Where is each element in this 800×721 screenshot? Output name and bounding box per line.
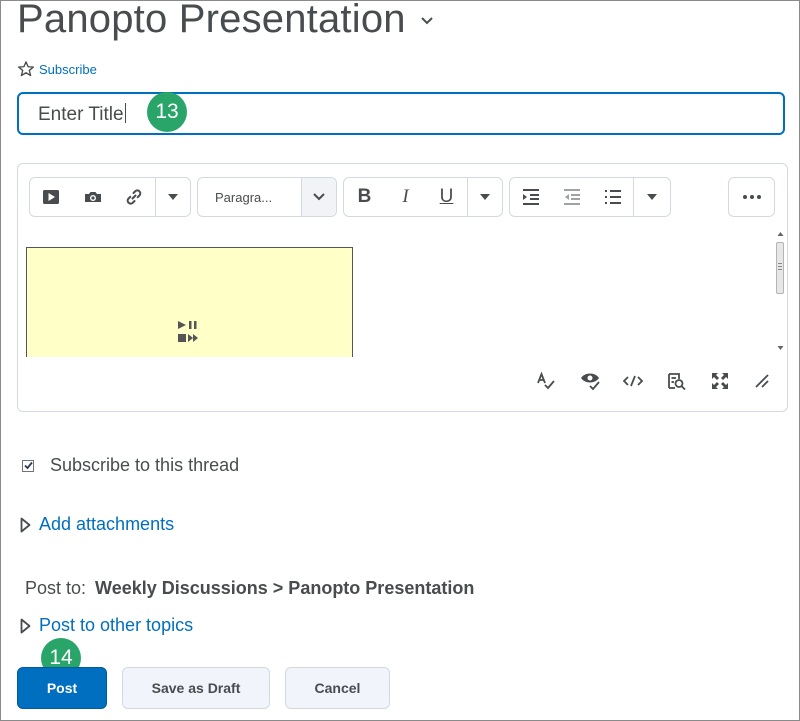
more-horizontal-icon [742, 195, 761, 199]
scrollbar-thumb[interactable] [776, 242, 784, 294]
post-other-topics-toggle[interactable]: Post to other topics [20, 615, 193, 636]
expand-triangle-icon [20, 618, 31, 633]
accessibility-check-button[interactable] [580, 370, 602, 392]
underline-button[interactable]: U [426, 178, 467, 216]
step-badge-13: 13 [147, 92, 187, 132]
fullscreen-button[interactable] [709, 370, 731, 392]
star-icon [17, 61, 35, 77]
preview-button[interactable] [666, 370, 688, 392]
code-icon [623, 375, 643, 387]
scroll-up-arrow-icon [777, 232, 784, 236]
post-other-topics-link[interactable]: Post to other topics [39, 615, 193, 636]
bullet-list-icon [604, 190, 621, 204]
title-input[interactable]: Enter Title [17, 92, 785, 135]
resize-grip-icon [755, 374, 769, 388]
page-title: Panopto Presentation [17, 0, 406, 41]
video-play-icon [42, 190, 59, 204]
italic-button[interactable]: I [385, 178, 426, 216]
subscribe-link[interactable]: Subscribe [39, 62, 97, 77]
expand-triangle-icon [20, 517, 31, 532]
eye-check-icon [581, 373, 600, 391]
editor-scrollbar[interactable] [774, 228, 787, 356]
format-select-label: Paragra... [215, 189, 273, 205]
insert-stuff-button[interactable] [72, 178, 114, 216]
post-to-path: Weekly Discussions > Panopto Presentatio… [95, 578, 475, 598]
format-select-value: Paragra... [198, 178, 301, 216]
caret-down-icon [168, 194, 179, 200]
bold-button[interactable]: B [344, 178, 385, 216]
title-input-value: Enter Title [38, 103, 126, 125]
format-select[interactable]: Paragra... [197, 177, 337, 217]
caret-down-icon [480, 194, 490, 200]
caret-down-icon [647, 194, 657, 200]
format-select-toggle[interactable] [301, 178, 336, 216]
link-icon [127, 189, 142, 205]
outdent-button[interactable] [551, 178, 592, 216]
indent-icon [522, 189, 539, 205]
post-to-label: Post to: [25, 578, 87, 598]
post-to-line: Post to: Weekly Discussions > Panopto Pr… [25, 578, 474, 599]
insert-link-button[interactable] [113, 178, 155, 216]
insert-toolbar-group [29, 177, 191, 217]
save-draft-button[interactable]: Save as Draft [122, 667, 270, 709]
title-row: Panopto Presentation [17, 0, 434, 44]
outdent-icon [563, 189, 580, 205]
html-editor: Paragra... B I U [17, 163, 788, 412]
fullscreen-icon [712, 373, 728, 389]
subscribe-row[interactable]: Subscribe [17, 60, 97, 78]
italic-icon: I [402, 186, 409, 207]
chevron-down-icon [313, 193, 325, 201]
chevron-down-icon[interactable] [420, 16, 434, 26]
spellcheck-icon [537, 372, 555, 390]
cancel-button[interactable]: Cancel [285, 667, 390, 709]
add-attachments-toggle[interactable]: Add attachments [20, 514, 174, 535]
underline-icon: U [439, 186, 454, 207]
insert-video-button[interactable] [30, 178, 72, 216]
media-controls-icon [178, 321, 198, 342]
bullet-list-button[interactable] [592, 178, 633, 216]
more-options-button[interactable] [728, 177, 775, 217]
text-caret [124, 103, 126, 123]
resize-handle[interactable] [751, 370, 773, 392]
text-style-more-dropdown[interactable] [468, 178, 502, 216]
post-button[interactable]: Post [17, 667, 107, 709]
scroll-down-arrow-icon [777, 346, 784, 350]
checkmark-icon [23, 461, 33, 470]
text-style-toolbar-group: B I U [343, 177, 503, 217]
subscribe-thread-label: Subscribe to this thread [50, 455, 240, 475]
insert-more-dropdown[interactable] [156, 178, 190, 216]
subscribe-thread-checkbox[interactable] [22, 459, 34, 472]
spellcheck-button[interactable] [535, 370, 557, 392]
indent-button[interactable] [510, 178, 551, 216]
subscribe-thread-row: Subscribe to this thread [22, 455, 239, 476]
document-search-icon [668, 373, 686, 390]
bold-icon: B [357, 186, 372, 207]
list-toolbar-group [509, 177, 671, 217]
embedded-video-placeholder[interactable] [26, 247, 353, 357]
source-code-button[interactable] [622, 370, 644, 392]
add-attachments-link[interactable]: Add attachments [39, 514, 174, 535]
list-more-dropdown[interactable] [634, 178, 670, 216]
camera-icon [84, 192, 101, 202]
editor-content-area[interactable] [26, 247, 774, 357]
